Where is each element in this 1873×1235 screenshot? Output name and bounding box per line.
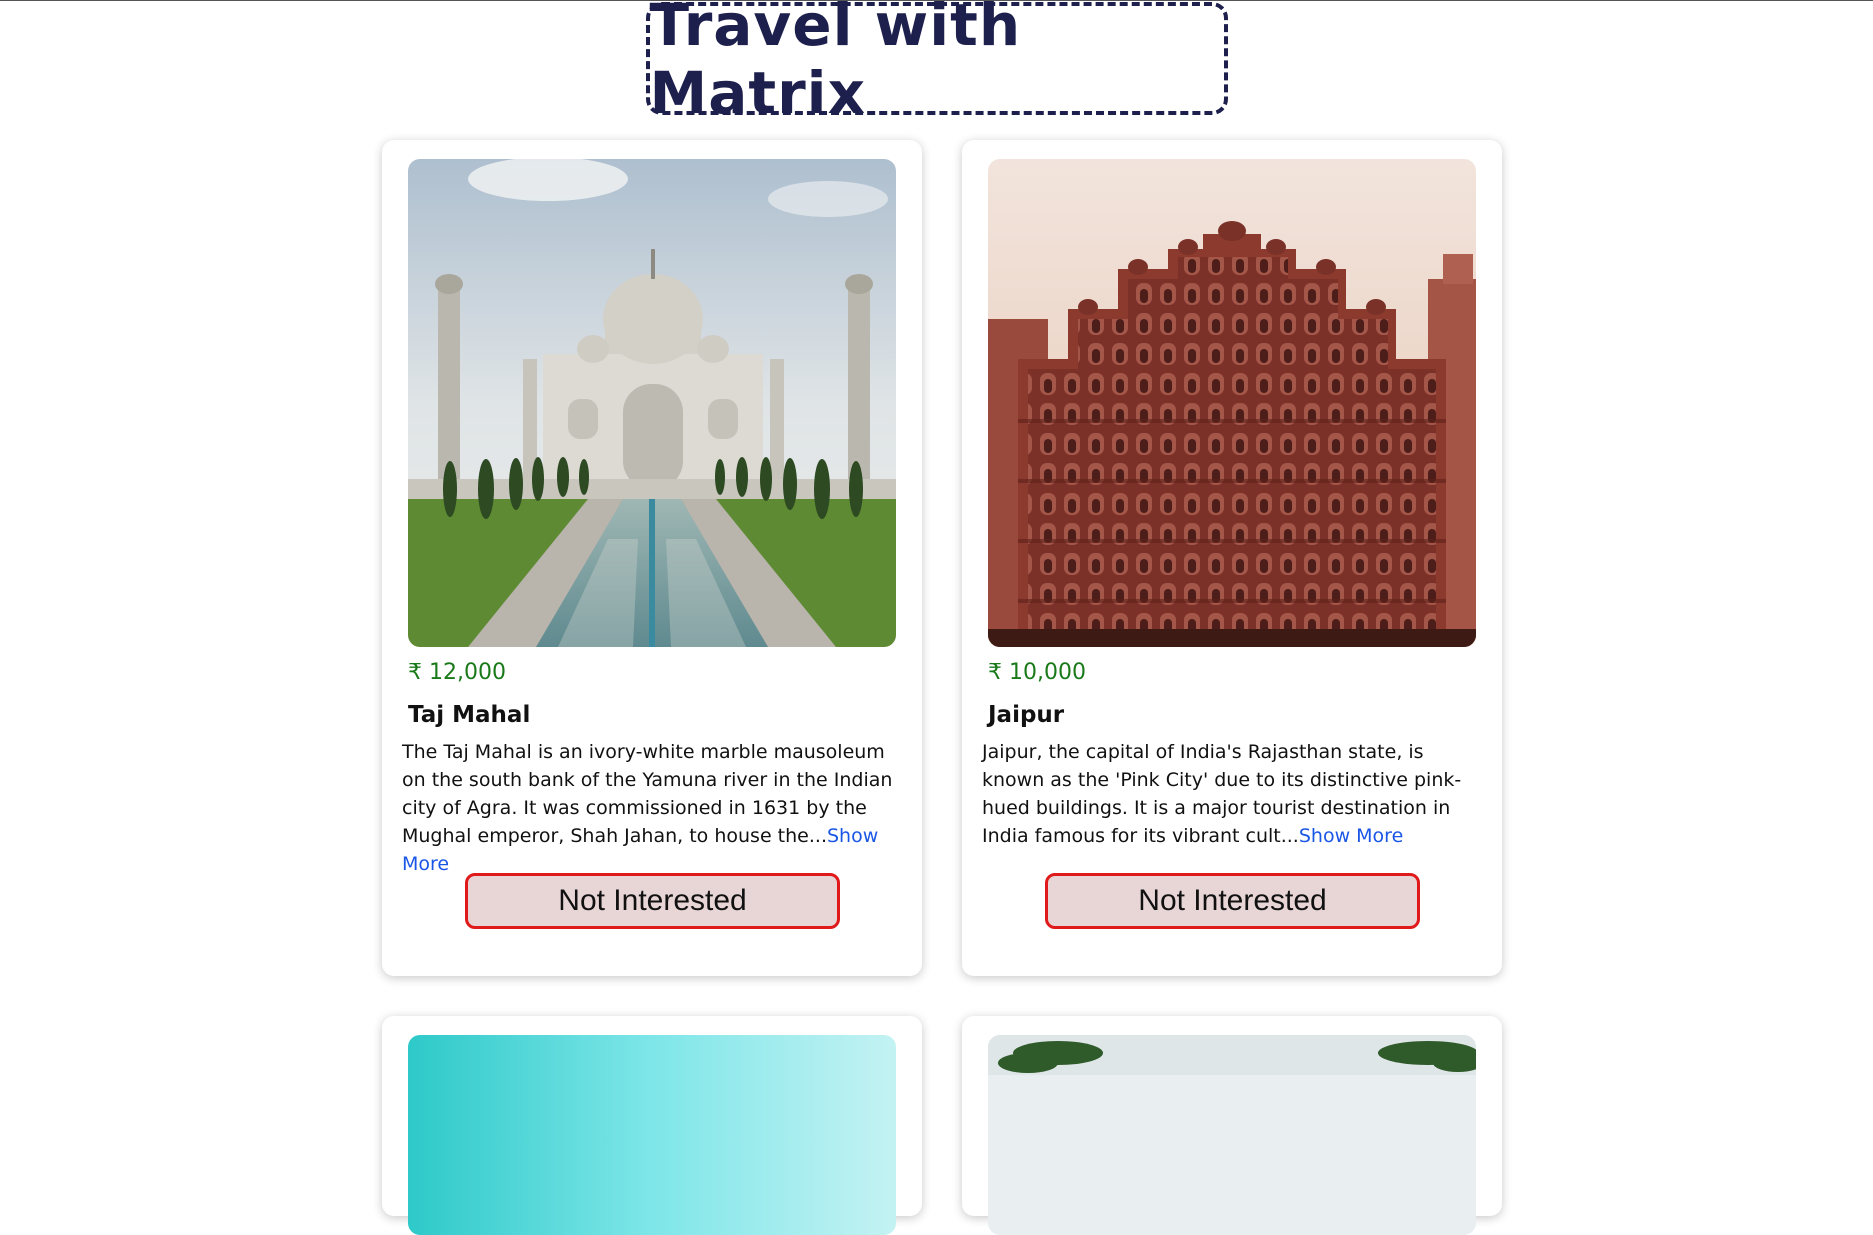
destination-description: Jaipur, the capital of India's Rajasthan…: [982, 738, 1482, 850]
destination-description: The Taj Mahal is an ivory-white marble m…: [402, 738, 902, 878]
price-label: ₹ 12,000: [408, 660, 506, 685]
destination-card-taj-mahal: ₹ 12,000 Taj Mahal The Taj Mahal is an i…: [382, 140, 922, 976]
show-more-link[interactable]: Show More: [1299, 825, 1403, 847]
destination-name: Taj Mahal: [408, 702, 531, 728]
description-text: The Taj Mahal is an ivory-white marble m…: [402, 741, 893, 847]
taj-mahal-image: [408, 159, 896, 647]
destination-image: [408, 1035, 896, 1235]
destination-card-jaipur: ₹ 10,000 Jaipur Jaipur, the capital of I…: [962, 140, 1502, 976]
jaipur-image: [988, 159, 1476, 647]
price-label: ₹ 10,000: [988, 660, 1086, 685]
header: Travel with Matrix: [0, 0, 1873, 127]
site-title: Travel with Matrix: [645, 0, 1228, 127]
destination-card-partial-right: [962, 1016, 1502, 1235]
destination-card-partial-left: [382, 1016, 922, 1235]
not-interested-button[interactable]: Not Interested: [465, 873, 840, 929]
destination-name: Jaipur: [988, 702, 1065, 728]
not-interested-button[interactable]: Not Interested: [1045, 873, 1420, 929]
destination-image: [988, 1035, 1476, 1235]
